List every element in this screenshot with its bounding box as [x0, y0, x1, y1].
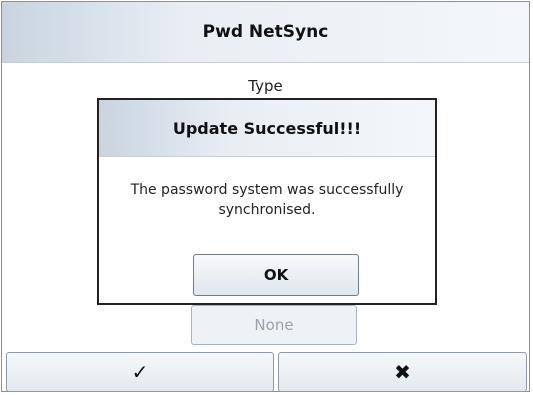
dialog-message-line2: synchronised. — [218, 202, 316, 218]
cancel-button[interactable]: ✖ — [278, 352, 527, 392]
update-success-dialog: Update Successful!!! The password system… — [97, 98, 437, 305]
dialog-message-line1: The password system was successfully — [130, 182, 404, 198]
close-icon: ✖ — [394, 360, 411, 384]
window-title: Pwd NetSync — [2, 2, 529, 63]
none-option-button: None — [191, 305, 357, 345]
ok-button[interactable]: OK — [193, 254, 359, 296]
dialog-message: The password system was successfully syn… — [101, 180, 433, 220]
dialog-title: Update Successful!!! — [99, 100, 435, 157]
checkmark-icon: ✓ — [131, 360, 149, 384]
confirm-button[interactable]: ✓ — [6, 352, 274, 392]
type-label: Type — [248, 77, 283, 95]
